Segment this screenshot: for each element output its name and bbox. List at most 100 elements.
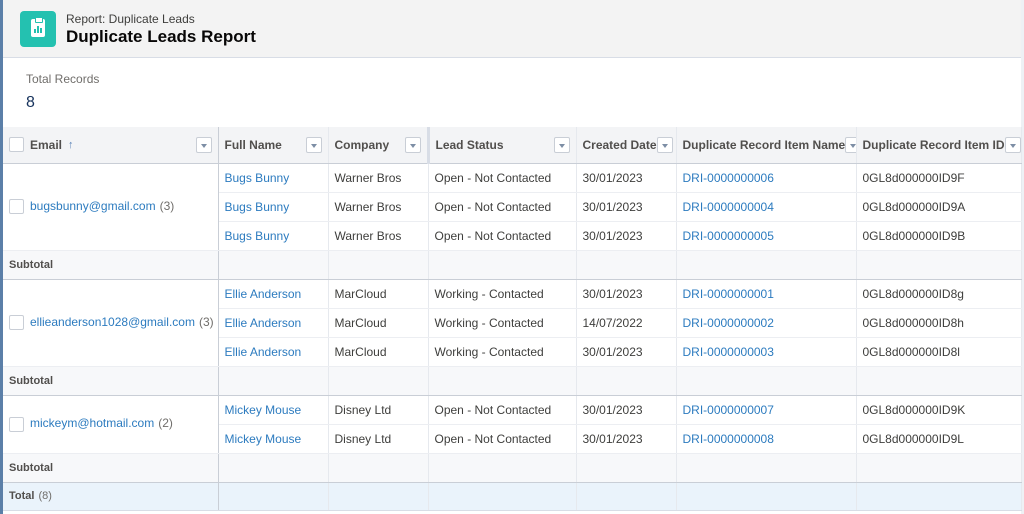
dri-name-link[interactable]: DRI-0000000001 (683, 287, 774, 301)
lead-status-cell: Open - Not Contacted (434, 170, 552, 185)
subtotal-row: Subtotal (3, 366, 1022, 396)
full-name-link[interactable]: Ellie Anderson (225, 316, 302, 330)
lead-status-cell: Working - Contacted (428, 337, 577, 367)
column-label: Email (30, 137, 63, 152)
column-menu-button[interactable] (845, 136, 855, 153)
full-name-cell: Mickey Mouse (218, 424, 329, 454)
dri-name-link[interactable]: DRI-0000000002 (683, 316, 774, 330)
dri-id-cell: 0GL8d000000ID9A (856, 192, 1022, 222)
created-date-cell: 30/01/2023 (576, 395, 677, 425)
table-header-row: Email ↑ Full Name Company Lead Status Cr… (3, 127, 1022, 164)
table-row: mickeym@hotmail.com (2) Mickey Mouse Disney… (3, 395, 1022, 454)
column-menu-button[interactable] (305, 136, 322, 153)
dri-name-link[interactable]: DRI-0000000006 (683, 171, 774, 185)
column-header-full-name[interactable]: Full Name (218, 127, 329, 164)
column-menu-button[interactable] (195, 136, 212, 153)
lead-status-cell: Working - Contacted (428, 308, 577, 338)
group-checkbox[interactable] (9, 199, 24, 215)
column-header-lead-status[interactable]: Lead Status (426, 127, 577, 164)
dri-id-cell: 0GL8d000000ID9B (862, 228, 966, 243)
subtotal-cell (576, 453, 677, 483)
created-date-cell: 30/01/2023 (582, 170, 643, 185)
column-menu-button[interactable] (1004, 136, 1020, 153)
dri-name-link[interactable]: DRI-0000000008 (683, 432, 774, 446)
dri-id-cell: 0GL8d000000ID8h (862, 315, 964, 330)
full-name-cell: Ellie Anderson (218, 308, 329, 338)
subtotal-cell (676, 453, 857, 483)
subtotal-cell (676, 250, 857, 280)
page-title: Duplicate Leads Report (66, 27, 256, 46)
subtotal-row: Subtotal (3, 250, 1022, 280)
column-menu-button[interactable] (404, 136, 421, 153)
created-date-cell: 30/01/2023 (576, 337, 677, 367)
email-link[interactable]: ellieanderson1028@gmail.com (30, 315, 195, 329)
lead-status-cell: Open - Not Contacted (428, 424, 577, 454)
created-date-cell: 30/01/2023 (582, 344, 643, 359)
total-label-cell: Total (8) (3, 482, 219, 511)
group-count: (2) (158, 416, 173, 431)
table-row: bugsbunny@gmail.com (3) Bugs Bunny Warner B… (3, 163, 1022, 251)
lead-status-cell: Working - Contacted (434, 286, 544, 301)
subtotal-label: Subtotal (3, 366, 219, 396)
select-all-checkbox[interactable] (9, 137, 24, 153)
dri-id-cell: 0GL8d000000ID9L (856, 424, 1022, 454)
dri-name-link[interactable]: DRI-0000000005 (683, 229, 774, 243)
column-header-dri-id[interactable]: Duplicate Record Item ID (856, 127, 1022, 164)
column-header-email[interactable]: Email ↑ (3, 127, 219, 164)
subtotal-cell (328, 366, 429, 396)
total-cell (676, 482, 857, 511)
dri-id-cell: 0GL8d000000ID8g (862, 286, 964, 301)
total-cell (428, 482, 577, 511)
created-date-cell: 30/01/2023 (576, 192, 677, 222)
email-link[interactable]: bugsbunny@gmail.com (30, 199, 156, 213)
dri-id-cell: 0GL8d000000ID8h (856, 308, 1022, 338)
email-link[interactable]: mickeym@hotmail.com (30, 416, 154, 430)
full-name-cell: Bugs Bunny (218, 163, 329, 193)
column-menu-button[interactable] (553, 136, 570, 153)
column-header-created-date[interactable]: Created Date (576, 127, 677, 164)
company-cell: MarCloud (328, 308, 429, 338)
column-header-company[interactable]: Company (328, 127, 429, 164)
created-date-cell: 14/07/2022 (582, 315, 643, 330)
subtotal-cell (676, 366, 857, 396)
full-name-link[interactable]: Bugs Bunny (225, 229, 290, 243)
full-name-link[interactable]: Ellie Anderson (225, 345, 302, 359)
group-count: (3) (198, 314, 214, 329)
group-checkbox[interactable] (9, 416, 24, 432)
group-email-cell: bugsbunny@gmail.com (3) (3, 163, 219, 251)
total-cell (328, 482, 429, 511)
dri-name-link[interactable]: DRI-0000000007 (683, 403, 774, 417)
company-cell: Warner Bros (334, 228, 402, 243)
subtotal-cell (218, 366, 329, 396)
dri-name-link[interactable]: DRI-0000000004 (683, 200, 774, 214)
subtotal-label: Subtotal (3, 250, 219, 280)
subtotal-cell (856, 453, 1022, 483)
dri-name-link[interactable]: DRI-0000000003 (683, 345, 774, 359)
full-name-cell: Bugs Bunny (218, 192, 329, 222)
full-name-link[interactable]: Bugs Bunny (225, 171, 290, 185)
total-records-label: Total Records (26, 72, 100, 86)
dri-id-cell: 0GL8d000000ID9F (856, 163, 1022, 193)
group-count: (3) (159, 198, 175, 213)
lead-status-cell: Open - Not Contacted (428, 221, 577, 251)
dri-name-cell: DRI-0000000007 (676, 395, 857, 425)
full-name-link[interactable]: Bugs Bunny (225, 200, 290, 214)
company-cell: Warner Bros (328, 163, 429, 193)
full-name-cell: Mickey Mouse (218, 395, 329, 425)
total-cell (576, 482, 677, 511)
company-cell: Warner Bros (328, 192, 429, 222)
group-checkbox[interactable] (9, 315, 24, 331)
lead-status-cell: Open - Not Contacted (428, 395, 577, 425)
column-header-dri-name[interactable]: Duplicate Record Item Name (676, 127, 857, 164)
total-count: (8) (38, 490, 52, 502)
full-name-link[interactable]: Mickey Mouse (225, 432, 302, 446)
company-cell: MarCloud (334, 344, 387, 359)
lead-status-cell: Open - Not Contacted (434, 431, 552, 446)
subtotal-row: Subtotal (3, 453, 1022, 483)
full-name-link[interactable]: Mickey Mouse (225, 403, 302, 417)
lead-status-cell: Open - Not Contacted (434, 199, 552, 214)
sort-ascending-icon[interactable]: ↑ (68, 139, 74, 151)
column-menu-button[interactable] (656, 136, 673, 153)
dri-name-cell: DRI-0000000008 (676, 424, 857, 454)
full-name-link[interactable]: Ellie Anderson (225, 287, 302, 301)
